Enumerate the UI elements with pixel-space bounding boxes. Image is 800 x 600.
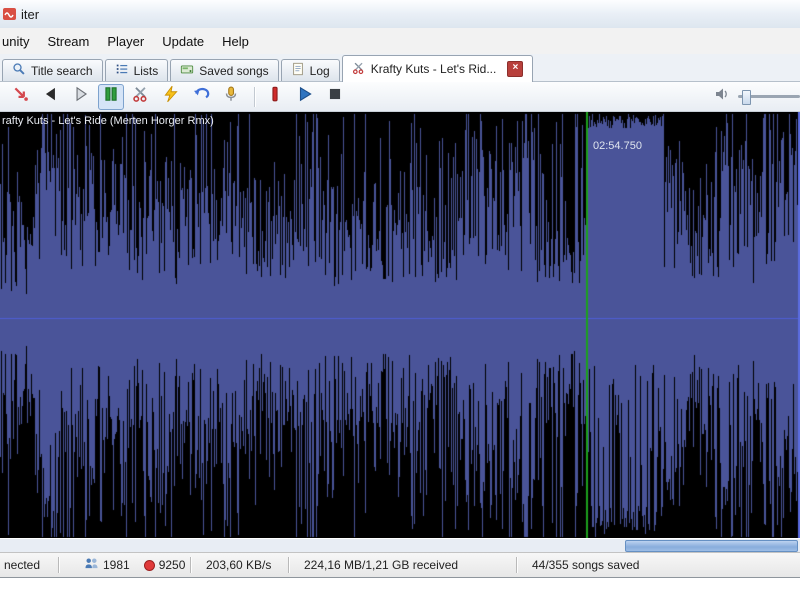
tab-label: Saved songs — [199, 64, 268, 78]
tab-label: Title search — [31, 64, 93, 78]
status-titles: 9250 — [159, 558, 186, 572]
menu-item-player[interactable]: Player — [98, 30, 153, 53]
scissors-cut-button[interactable] — [128, 84, 154, 110]
saved-songs-icon — [180, 62, 194, 79]
toolbar — [0, 82, 800, 112]
horizontal-scrollbar[interactable] — [0, 538, 800, 552]
scissors-icon — [132, 85, 150, 108]
volume-slider[interactable] — [738, 95, 800, 98]
screen: iter unity Stream Player Update Help Tit… — [0, 0, 800, 600]
toolbar-separator — [254, 87, 256, 107]
next-icon — [72, 85, 90, 108]
status-counts: 1981 9250 — [60, 553, 190, 577]
statusbar: nected 1981 9250 203,60 KB/s 224,16 MB/1… — [0, 552, 800, 577]
waveform-editor: rafty Kuts - Let's Ride (Merten Horger R… — [0, 112, 800, 538]
volume-control — [714, 86, 800, 107]
menu-item-help[interactable]: Help — [213, 30, 258, 53]
undo-button[interactable] — [188, 84, 214, 110]
scrollbar-thumb[interactable] — [625, 540, 798, 552]
cut-red-icon — [12, 85, 30, 108]
app-window: iter unity Stream Player Update Help Tit… — [0, 0, 800, 578]
status-clients: 1981 — [103, 558, 130, 572]
pause-icon — [102, 85, 120, 108]
lists-icon — [115, 62, 129, 79]
red-dot-icon — [144, 560, 155, 571]
tab-label: Krafty Kuts - Let's Rid... — [371, 62, 497, 76]
tab-lists[interactable]: Lists — [105, 59, 169, 81]
status-songs-saved: 44/355 songs saved — [518, 553, 800, 577]
tab-saved-songs[interactable]: Saved songs — [170, 59, 278, 81]
lightning-icon — [162, 85, 180, 108]
search-icon — [12, 62, 26, 79]
speaker-icon[interactable] — [714, 86, 730, 107]
menu-item-update[interactable]: Update — [153, 30, 213, 53]
menu-item-stream[interactable]: Stream — [38, 30, 98, 53]
play-icon — [296, 85, 314, 108]
window-title: iter — [21, 7, 39, 22]
stop-button[interactable] — [322, 84, 348, 110]
pause-button[interactable] — [98, 84, 124, 110]
tab-label: Log — [310, 64, 330, 78]
cut-song-button[interactable] — [8, 84, 34, 110]
status-connection: nected — [0, 553, 58, 577]
tab-title-search[interactable]: Title search — [2, 59, 103, 81]
scissors-icon — [352, 61, 366, 78]
tab-label: Lists — [134, 64, 159, 78]
tabbar: Title search Lists Saved songs Log Kraft… — [0, 54, 800, 82]
stop-icon — [326, 85, 344, 108]
users-icon — [84, 557, 99, 573]
previous-icon — [42, 85, 60, 108]
tab-close-icon[interactable]: × — [507, 61, 523, 77]
waveform-canvas[interactable] — [0, 112, 800, 538]
play-button[interactable] — [292, 84, 318, 110]
desktop-background — [0, 578, 800, 600]
marker-icon — [266, 85, 284, 108]
microphone-icon — [222, 85, 240, 108]
set-marker-button[interactable] — [262, 84, 288, 110]
next-cut-button[interactable] — [68, 84, 94, 110]
titlebar: iter — [0, 0, 800, 28]
menu-item-community[interactable]: unity — [0, 30, 38, 53]
status-received: 224,16 MB/1,21 GB received — [290, 553, 516, 577]
track-title: rafty Kuts - Let's Ride (Merten Horger R… — [2, 115, 214, 127]
menubar: unity Stream Player Update Help — [0, 28, 800, 54]
undo-icon — [192, 85, 210, 108]
auto-cut-button[interactable] — [158, 84, 184, 110]
app-icon — [2, 6, 18, 22]
log-icon — [291, 62, 305, 79]
status-speed: 203,60 KB/s — [192, 553, 288, 577]
tab-current-song[interactable]: Krafty Kuts - Let's Rid... × — [342, 55, 534, 82]
tab-log[interactable]: Log — [281, 59, 340, 81]
previous-cut-button[interactable] — [38, 84, 64, 110]
cursor-timestamp: 02:54.750 — [593, 140, 642, 152]
record-mic-button[interactable] — [218, 84, 244, 110]
volume-slider-handle[interactable] — [742, 90, 751, 105]
